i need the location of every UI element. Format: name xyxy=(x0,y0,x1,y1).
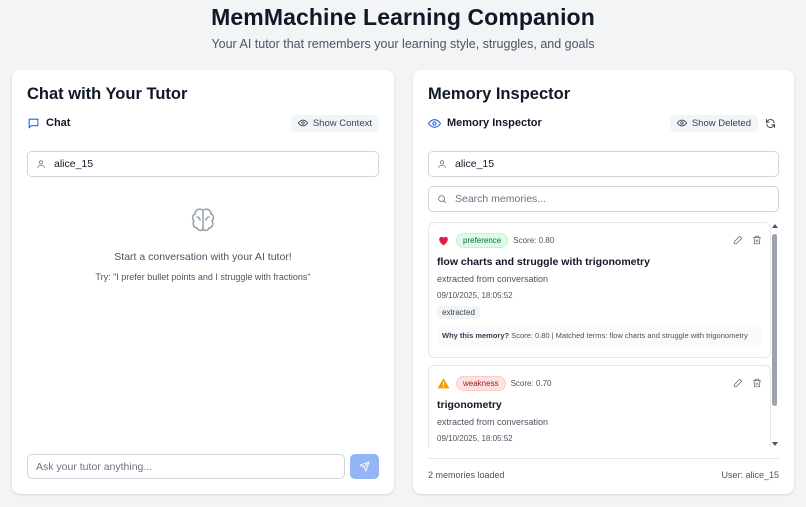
empty-state-hint: Try: "I prefer bullet points and I strug… xyxy=(95,272,311,282)
scroll-thumb[interactable] xyxy=(772,234,777,406)
empty-state-message: Start a conversation with your AI tutor! xyxy=(114,251,292,263)
memory-tab-label: Memory Inspector xyxy=(447,117,542,129)
memory-score: Score: 0.70 xyxy=(510,378,552,388)
chat-input-placeholder: Ask your tutor anything... xyxy=(36,460,153,473)
show-deleted-label: Show Deleted xyxy=(691,117,751,129)
send-button[interactable] xyxy=(350,454,379,479)
chat-user-field[interactable]: alice_15 xyxy=(27,151,379,177)
show-context-button[interactable]: Show Context xyxy=(290,114,379,132)
app-header: MemMachine Learning Companion Your AI tu… xyxy=(0,0,806,51)
refresh-button[interactable] xyxy=(762,115,779,132)
memory-card[interactable]: preference Score: 0.80 flow charts and s… xyxy=(428,222,771,358)
edit-icon[interactable] xyxy=(733,378,743,388)
memory-count: 2 memories loaded xyxy=(428,470,505,480)
memory-tag: extracted xyxy=(437,306,480,319)
memory-type-badge: weakness xyxy=(456,375,506,391)
memory-timestamp: 09/10/2025, 18:05:52 xyxy=(437,434,513,443)
memory-toolbar: Memory Inspector Show Deleted xyxy=(428,113,779,133)
memory-user-value: alice_15 xyxy=(455,158,495,170)
app-title: MemMachine Learning Companion xyxy=(211,4,595,30)
memory-score: Score: 0.80 xyxy=(513,235,555,245)
memory-user-field[interactable]: alice_15 xyxy=(428,151,779,177)
memory-scrollbar[interactable] xyxy=(771,222,779,448)
chat-user-value: alice_15 xyxy=(54,158,94,170)
chat-bubble-icon xyxy=(28,118,39,128)
chat-empty-state: Start a conversation with your AI tutor!… xyxy=(12,205,394,282)
why-label: Why this memory? xyxy=(442,331,510,340)
user-icon xyxy=(37,160,45,168)
eye-icon xyxy=(676,119,687,127)
chat-message-input[interactable]: Ask your tutor anything... xyxy=(27,454,345,479)
memory-title: trigonometry xyxy=(437,399,502,411)
eye-icon xyxy=(297,119,308,127)
memory-why-box: Why this memory? Score: 0.80 | Matched t… xyxy=(437,327,763,345)
memory-timestamp: 09/10/2025, 18:05:52 xyxy=(437,291,513,300)
scroll-down-arrow[interactable] xyxy=(772,442,778,446)
memory-inspector-tab[interactable]: Memory Inspector xyxy=(428,117,542,130)
scroll-up-arrow[interactable] xyxy=(772,224,778,228)
memory-source: extracted from conversation xyxy=(437,274,549,284)
send-icon xyxy=(359,461,370,472)
memory-card[interactable]: weakness Score: 0.70 trigonometry extrac… xyxy=(428,365,771,448)
chat-panel-title: Chat with Your Tutor xyxy=(27,85,188,103)
chat-tab-label: Chat xyxy=(46,117,71,129)
memory-search-input[interactable]: Search memories... xyxy=(428,186,779,212)
chat-panel: Chat with Your Tutor Chat Show Context a… xyxy=(12,70,394,494)
brain-icon xyxy=(191,208,215,232)
show-deleted-button[interactable]: Show Deleted xyxy=(669,114,758,132)
why-text: Score: 0.80 | Matched terms: flow charts… xyxy=(511,331,748,340)
edit-icon[interactable] xyxy=(733,235,743,245)
trash-icon[interactable] xyxy=(752,235,762,245)
chat-tab[interactable]: Chat xyxy=(27,117,70,130)
memory-footer: 2 memories loaded User: alice_15 xyxy=(428,458,779,480)
heart-icon xyxy=(439,236,448,245)
user-icon xyxy=(438,160,446,168)
search-placeholder: Search memories... xyxy=(455,193,547,205)
memory-panel: Memory Inspector Memory Inspector Show D… xyxy=(413,70,794,494)
memory-panel-title: Memory Inspector xyxy=(428,85,571,103)
trash-icon[interactable] xyxy=(752,378,762,388)
refresh-icon xyxy=(765,118,776,128)
memory-type-badge: preference xyxy=(456,232,509,248)
memory-title: flow charts and struggle with trigonomet… xyxy=(437,256,650,268)
memory-list: preference Score: 0.80 flow charts and s… xyxy=(428,222,779,448)
app-subtitle: Your AI tutor that remembers your learni… xyxy=(211,37,595,51)
search-icon xyxy=(438,195,447,204)
show-context-label: Show Context xyxy=(312,117,372,129)
footer-user: User: alice_15 xyxy=(721,470,779,480)
memory-source: extracted from conversation xyxy=(437,417,549,427)
eye-icon xyxy=(428,118,441,128)
warning-icon xyxy=(437,377,450,388)
chat-toolbar: Chat Show Context xyxy=(27,113,379,133)
